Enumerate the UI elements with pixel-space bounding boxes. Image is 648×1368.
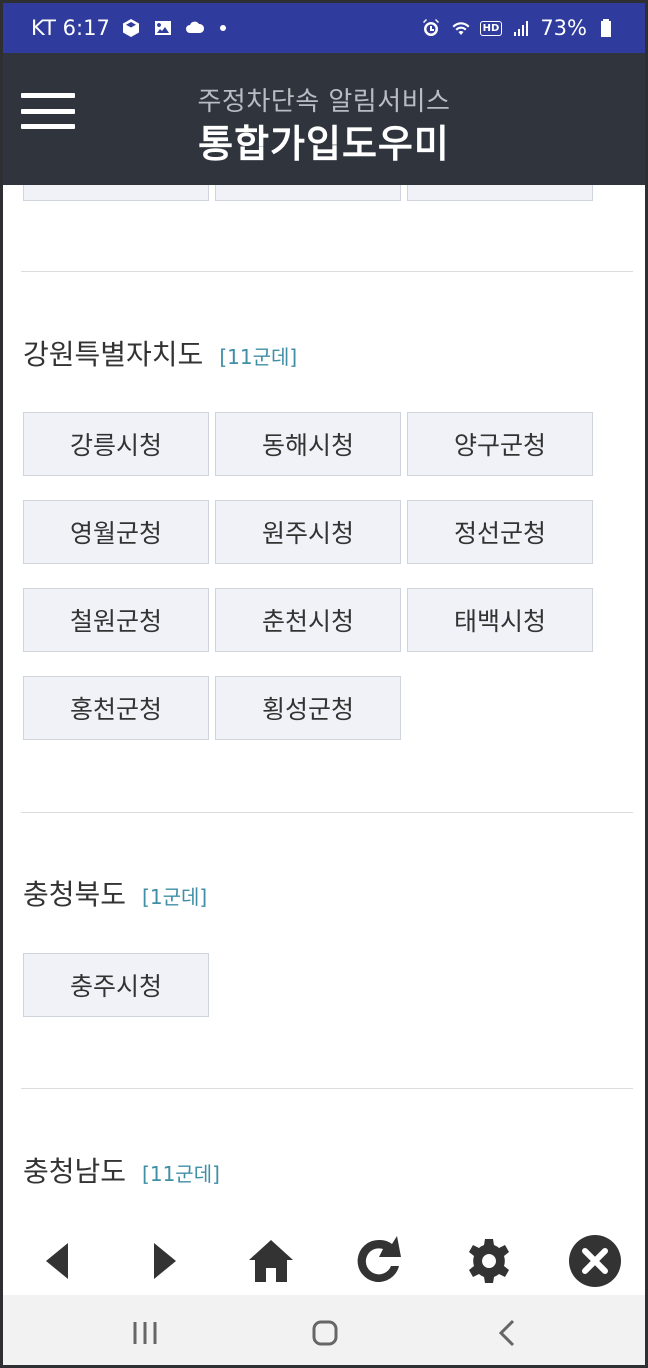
partial-office-button[interactable] [407, 185, 593, 201]
region-list[interactable]: 강원특별자치도 [11군데] 강릉시청 동해시청 양구군청 영월군청 원주시청 … [3, 185, 645, 1225]
signal-icon [510, 17, 532, 39]
office-button[interactable]: 동해시청 [215, 412, 401, 476]
previous-region-buttons [23, 185, 593, 201]
office-button[interactable]: 태백시청 [407, 588, 593, 652]
office-button[interactable]: 영월군청 [23, 500, 209, 564]
region-header-chungbuk: 충청북도 [1군데] [23, 873, 207, 913]
office-grid-gangwon: 강릉시청 동해시청 양구군청 영월군청 원주시청 정선군청 철원군청 춘천시청 … [23, 412, 595, 740]
close-icon[interactable] [567, 1233, 623, 1289]
battery-icon [595, 17, 617, 39]
status-bar: KT 6:17 HD 73% [3, 3, 645, 53]
region-name: 충청남도 [23, 1155, 127, 1188]
region-name: 강원특별자치도 [23, 338, 204, 371]
region-count: [11군데] [142, 1162, 220, 1186]
back-chevron-icon[interactable] [483, 1313, 531, 1353]
region-header-chungnam: 충청남도 [11군데] [23, 1150, 220, 1190]
office-button[interactable]: 원주시청 [215, 500, 401, 564]
office-button[interactable]: 정선군청 [407, 500, 593, 564]
partial-office-button[interactable] [23, 185, 209, 201]
refresh-icon[interactable] [351, 1233, 407, 1289]
cube-icon [120, 17, 142, 39]
hd-voice-icon: HD [479, 20, 503, 36]
home-circle-icon[interactable] [301, 1313, 349, 1353]
office-button[interactable]: 철원군청 [23, 588, 209, 652]
carrier-time: KT 6:17 [31, 16, 110, 40]
region-count: [11군데] [219, 345, 298, 369]
office-button[interactable]: 강릉시청 [23, 412, 209, 476]
home-icon[interactable] [243, 1233, 299, 1289]
office-grid-chungbuk: 충주시청 [23, 953, 595, 1017]
header-title: 통합가입도우미 [198, 122, 450, 166]
office-button[interactable]: 양구군청 [407, 412, 593, 476]
image-icon [152, 17, 174, 39]
notification-dot [219, 25, 226, 31]
office-button[interactable]: 춘천시청 [215, 588, 401, 652]
section-divider [21, 271, 633, 272]
cloud-icon [184, 17, 206, 39]
region-name: 충청북도 [23, 878, 127, 911]
android-nav-bar [3, 1295, 645, 1365]
wifi-icon [450, 17, 472, 39]
alarm-icon [420, 17, 442, 39]
recent-apps-icon[interactable] [121, 1313, 169, 1353]
settings-gear-icon[interactable] [461, 1233, 517, 1289]
office-button[interactable]: 횡성군청 [215, 676, 401, 740]
app-header: 주정차단속 알림서비스 통합가입도우미 [3, 53, 645, 185]
status-bar-left: KT 6:17 [31, 16, 226, 40]
partial-office-button[interactable] [215, 185, 401, 201]
section-divider [21, 1088, 633, 1089]
office-button[interactable]: 충주시청 [23, 953, 209, 1017]
back-arrow-icon[interactable] [29, 1233, 85, 1289]
region-count: [1군데] [142, 885, 208, 909]
forward-arrow-icon[interactable] [137, 1233, 193, 1289]
office-button[interactable]: 홍천군청 [23, 676, 209, 740]
bottom-toolbar [3, 1225, 645, 1295]
section-divider [21, 812, 633, 813]
app-frame: KT 6:17 HD 73% 주정차단속 알림서비스 통합가입도우미 강원특별자… [0, 0, 648, 1368]
region-header-gangwon: 강원특별자치도 [11군데] [23, 333, 297, 373]
status-bar-right: HD 73% [420, 16, 617, 40]
battery-percent: 73% [540, 16, 587, 40]
